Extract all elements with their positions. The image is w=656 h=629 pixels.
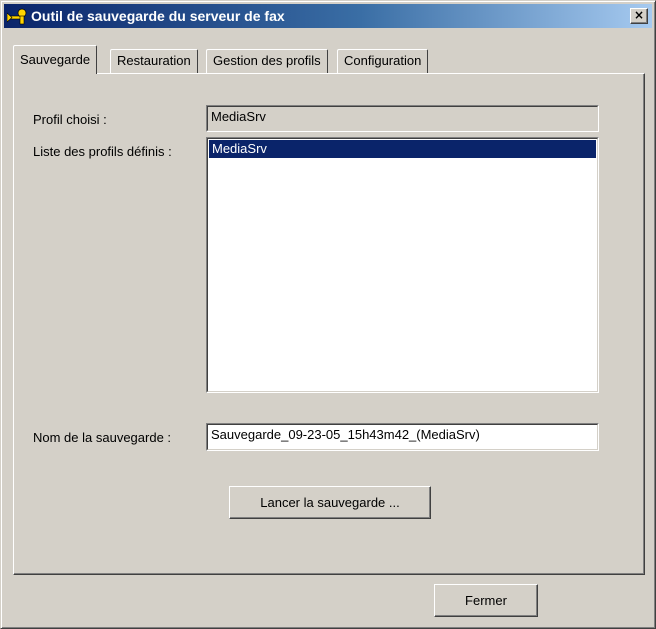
tab-configuration[interactable]: Configuration (337, 49, 429, 73)
start-backup-button[interactable]: Lancer la sauvegarde ... (229, 486, 431, 519)
tab-restauration[interactable]: Restauration (110, 49, 198, 73)
start-backup-label: Lancer la sauvegarde ... (260, 495, 400, 510)
tab-label: Sauvegarde (20, 52, 91, 67)
chosen-profile-value: MediaSrv (211, 109, 266, 124)
backup-name-input[interactable]: Sauvegarde_09-23-05_15h43m42_(MediaSrv) (206, 423, 599, 451)
chosen-profile-field: MediaSrv (206, 105, 599, 132)
tab-panel-sauvegarde: Profil choisi : MediaSrv Liste des profi… (13, 73, 645, 575)
title-bar[interactable]: Outil de sauvegarde du serveur de fax × (4, 4, 652, 28)
tab-gestion-des-profils[interactable]: Gestion des profils (206, 49, 328, 73)
backup-name-value: Sauvegarde_09-23-05_15h43m42_(MediaSrv) (211, 427, 480, 442)
close-window-button[interactable]: × (630, 8, 648, 24)
close-button-label: Fermer (465, 593, 507, 608)
app-window: Outil de sauvegarde du serveur de fax × … (0, 0, 656, 629)
tab-label: Restauration (117, 53, 191, 68)
tab-sauvegarde[interactable]: Sauvegarde (13, 45, 98, 74)
close-button[interactable]: Fermer (434, 584, 538, 617)
profiles-listbox[interactable]: MediaSrv (206, 137, 599, 393)
tab-label: Configuration (344, 53, 422, 68)
backup-name-label: Nom de la sauvegarde : (33, 430, 172, 445)
list-item-label: MediaSrv (212, 141, 267, 156)
close-icon: × (633, 8, 645, 22)
list-item[interactable]: MediaSrv (209, 140, 596, 158)
profiles-list-label: Liste des profils définis : (33, 144, 172, 159)
chosen-profile-label: Profil choisi : (33, 112, 107, 127)
fax-backup-icon (7, 8, 27, 25)
window-title: Outil de sauvegarde du serveur de fax (31, 8, 285, 24)
tab-label: Gestion des profils (213, 53, 321, 68)
